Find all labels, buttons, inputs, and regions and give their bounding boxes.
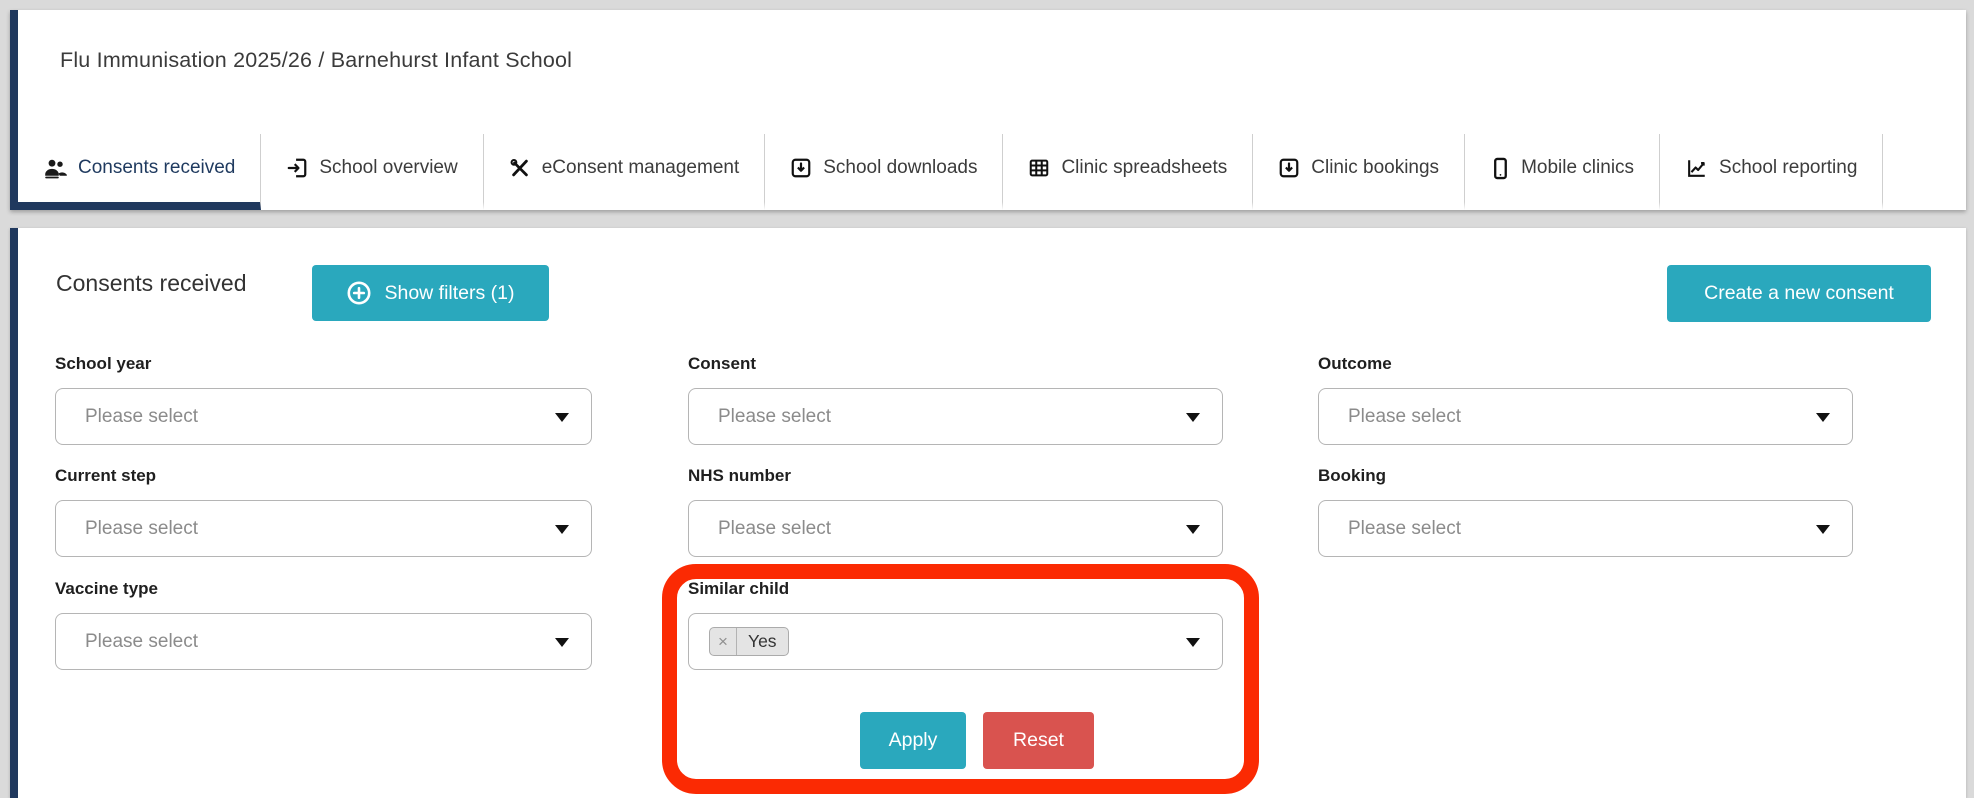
card-accent-stripe [10,10,18,210]
page-title: Flu Immunisation 2025/26 / Barnehurst In… [60,48,572,73]
select-placeholder: Please select [1348,518,1461,540]
chevron-down-icon [1816,413,1830,422]
download-icon [1278,157,1300,179]
tab-bar: Consents received School overview [18,134,1966,210]
tab-clinic-bookings[interactable]: Clinic bookings [1253,134,1465,210]
filter-label: Booking [1318,466,1853,486]
tools-icon [509,157,531,179]
tab-school-downloads[interactable]: School downloads [765,134,1003,210]
show-filters-label: Show filters (1) [384,282,514,305]
table-icon [1028,157,1050,179]
filter-label: Consent [688,354,1223,374]
tag-value: Yes [737,628,788,655]
download-icon [790,157,812,179]
chevron-down-icon [555,525,569,534]
tab-label: Clinic bookings [1311,157,1439,179]
filter-vaccine-type: Vaccine type Please select [55,579,592,670]
section-heading: Consents received [56,270,247,297]
school-year-select[interactable]: Please select [55,388,592,445]
tab-label: School overview [319,157,457,179]
tab-label: School downloads [823,157,977,179]
create-consent-label: Create a new consent [1704,282,1894,305]
tab-consents-received[interactable]: Consents received [18,134,261,210]
booking-select[interactable]: Please select [1318,500,1853,557]
show-filters-button[interactable]: Show filters (1) [312,265,549,321]
tab-school-overview[interactable]: School overview [261,134,483,210]
tab-label: Mobile clinics [1521,157,1634,179]
filter-label: Vaccine type [55,579,592,599]
card-accent-stripe [10,228,18,798]
select-placeholder: Please select [85,518,198,540]
current-step-select[interactable]: Please select [55,500,592,557]
tab-label: eConsent management [542,157,740,179]
nhs-number-select[interactable]: Please select [688,500,1223,557]
chevron-down-icon [1816,525,1830,534]
filter-label: Current step [55,466,592,486]
reset-button[interactable]: Reset [983,712,1094,769]
filter-consent: Consent Please select [688,354,1223,445]
tab-label: Clinic spreadsheets [1061,157,1227,179]
filter-current-step: Current step Please select [55,466,592,557]
consents-panel: Consents received Show filters (1) Creat… [10,228,1966,798]
selected-value-tag: × Yes [709,627,789,656]
create-new-consent-button[interactable]: Create a new consent [1667,265,1931,322]
filter-booking: Booking Please select [1318,466,1853,557]
filter-label: Similar child [688,579,1223,599]
chevron-down-icon [555,638,569,647]
chevron-down-icon [1186,413,1200,422]
mobile-icon [1490,157,1510,180]
filter-label: Outcome [1318,354,1853,374]
select-placeholder: Please select [1348,406,1461,428]
tab-label: Consents received [78,157,235,179]
users-icon [43,157,67,179]
filter-label: School year [55,354,592,374]
apply-button[interactable]: Apply [860,712,966,769]
plus-circle-icon [346,280,372,306]
select-placeholder: Please select [718,406,831,428]
tab-school-reporting[interactable]: School reporting [1660,134,1883,210]
filter-school-year: School year Please select [55,354,592,445]
remove-tag-icon[interactable]: × [710,628,737,655]
select-placeholder: Please select [85,406,198,428]
chevron-down-icon [1186,638,1200,647]
chevron-down-icon [1186,525,1200,534]
header-card: Flu Immunisation 2025/26 / Barnehurst In… [10,10,1966,210]
vaccine-type-select[interactable]: Please select [55,613,592,670]
select-placeholder: Please select [85,631,198,653]
outcome-select[interactable]: Please select [1318,388,1853,445]
chart-line-icon [1685,157,1708,179]
filter-nhs-number: NHS number Please select [688,466,1223,557]
filter-outcome: Outcome Please select [1318,354,1853,445]
page: Flu Immunisation 2025/26 / Barnehurst In… [0,0,1974,798]
tab-label: School reporting [1719,157,1857,179]
tab-mobile-clinics[interactable]: Mobile clinics [1465,134,1660,210]
chevron-down-icon [555,413,569,422]
tab-econsent-management[interactable]: eConsent management [484,134,766,210]
tab-clinic-spreadsheets[interactable]: Clinic spreadsheets [1003,134,1253,210]
filter-similar-child: Similar child × Yes [688,579,1223,670]
sign-in-icon [286,157,308,179]
filter-label: NHS number [688,466,1223,486]
select-placeholder: Please select [718,518,831,540]
similar-child-select[interactable]: × Yes [688,613,1223,670]
consent-select[interactable]: Please select [688,388,1223,445]
